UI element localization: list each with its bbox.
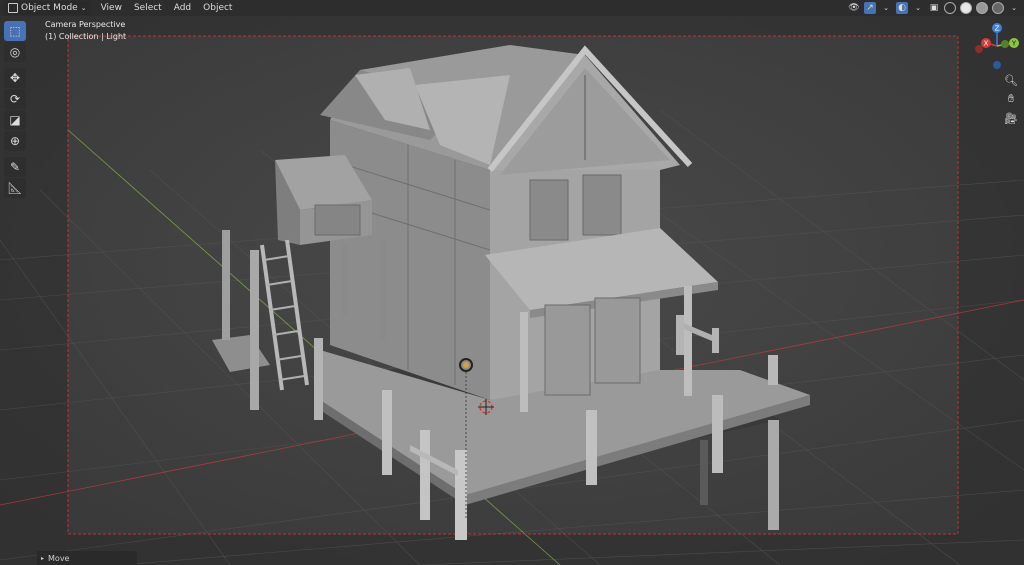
transform-icon[interactable]: ⊕ xyxy=(4,131,26,151)
header-right-controls: 👁 ↗ ⌄ ◐ ⌄ ▣ ⌄ xyxy=(848,1,1020,15)
navigation-gizmo[interactable]: Z Y X xyxy=(972,21,1022,71)
xray-toggle-icon[interactable]: ▣ xyxy=(928,2,940,14)
move-icon[interactable]: ✥ xyxy=(4,68,26,88)
object-mode-icon xyxy=(8,3,18,13)
expand-arrow-icon: ▸ xyxy=(41,554,45,562)
header-menu: View Select Add Object xyxy=(95,0,239,16)
collection-label: (1) Collection | Light xyxy=(45,32,127,41)
menu-object[interactable]: Object xyxy=(197,0,238,16)
annotate-icon[interactable]: ✎ xyxy=(4,157,26,177)
solid-shading-icon[interactable] xyxy=(960,2,972,14)
zoom-icon[interactable]: 🔍︎ xyxy=(1002,71,1020,89)
wireframe-shading-icon[interactable] xyxy=(944,2,956,14)
chevron-down-icon: ⌄ xyxy=(80,4,87,12)
mode-label: Object Mode xyxy=(21,3,78,13)
chevron-down-icon[interactable]: ⌄ xyxy=(880,2,892,14)
camera-perspective-label: Camera Perspective xyxy=(45,20,126,29)
rendered-shading-icon[interactable] xyxy=(992,2,1004,14)
camera-view-icon[interactable]: 🎥︎ xyxy=(1002,109,1020,127)
gizmo-x-label: X xyxy=(984,40,989,48)
visibility-icon[interactable]: 👁 xyxy=(848,2,860,14)
3d-viewport[interactable]: Camera Perspective (1) Collection | Ligh… xyxy=(0,16,1024,565)
gizmo-y-label: Y xyxy=(1011,40,1017,48)
chevron-down-icon[interactable]: ⌄ xyxy=(912,2,924,14)
rotate-icon[interactable]: ⟳ xyxy=(4,89,26,109)
gizmo-z-label: Z xyxy=(995,25,1000,33)
menu-view[interactable]: View xyxy=(95,0,128,16)
menu-add[interactable]: Add xyxy=(168,0,197,16)
chevron-down-icon[interactable]: ⌄ xyxy=(1008,2,1020,14)
pan-hand-icon[interactable]: ✋︎ xyxy=(1002,90,1020,108)
last-operator-panel[interactable]: ▸ Move xyxy=(37,551,137,565)
tool-shelf: ⬚ ◎ ✥ ⟳ ◪ ⊕ ✎ 📐︎ xyxy=(4,21,28,199)
material-shading-icon[interactable] xyxy=(976,2,988,14)
cursor-icon[interactable]: ◎ xyxy=(4,42,26,62)
overlays-toggle-icon[interactable]: ◐ xyxy=(896,2,908,14)
select-box-icon[interactable]: ⬚ xyxy=(4,21,26,41)
gizmo-toggle-icon[interactable]: ↗ xyxy=(864,2,876,14)
viewport-header: Object Mode ⌄ View Select Add Object 👁 ↗… xyxy=(0,0,1024,16)
viewport-canvas xyxy=(0,16,1024,565)
last-operator-label: Move xyxy=(48,553,70,563)
measure-icon[interactable]: 📐︎ xyxy=(4,178,26,198)
mode-selector[interactable]: Object Mode ⌄ xyxy=(4,1,91,15)
menu-select[interactable]: Select xyxy=(128,0,168,16)
scale-icon[interactable]: ◪ xyxy=(4,110,26,130)
